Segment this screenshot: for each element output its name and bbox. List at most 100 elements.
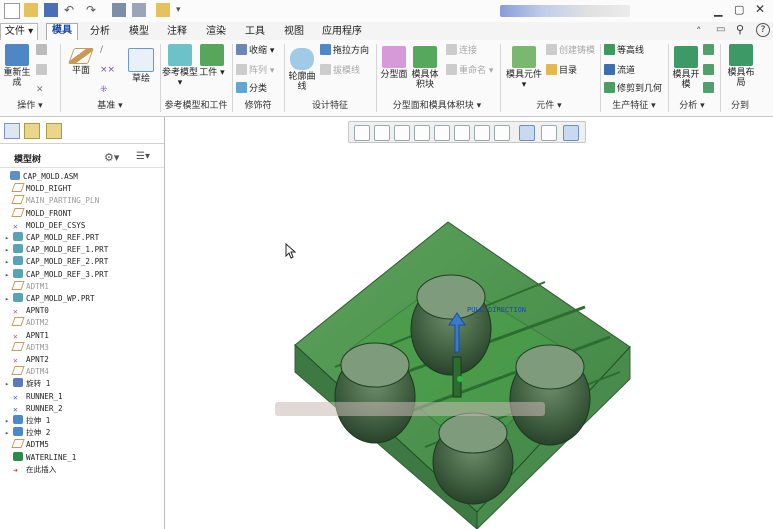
search-icon[interactable]: ⚲ (736, 23, 744, 36)
saved-orientations-icon[interactable] (454, 125, 470, 141)
mold-open-button[interactable]: 模具开模 (672, 46, 700, 90)
tree-item[interactable]: ▸ CAP_MOLD_REF_2.PRT (0, 256, 108, 268)
reference-model-button[interactable]: 参考模型 ▾ (162, 44, 198, 88)
axis-button[interactable]: / (100, 44, 103, 57)
tree-item[interactable]: ADTM1 (0, 280, 49, 293)
expand-toggle-icon[interactable]: ▸ (5, 256, 13, 268)
expand-toggle-icon[interactable]: ▸ (5, 269, 13, 281)
group-design-features[interactable]: 设计特征 (284, 100, 376, 113)
paste-button[interactable] (36, 64, 49, 77)
tree-item[interactable]: MOLD_RIGHT (0, 183, 72, 195)
group-datum[interactable]: 基准 ▾ (60, 100, 160, 113)
expand-toggle-icon[interactable]: ▸ (5, 293, 13, 305)
tree-item[interactable]: ADTM5 (0, 439, 49, 451)
tab-model[interactable]: 模型 (129, 25, 149, 39)
qa-dropdown-icon[interactable]: ▾ (176, 3, 236, 17)
save-icon[interactable] (44, 3, 58, 17)
tab-annotate[interactable]: 注释 (167, 25, 187, 39)
regenerate-button[interactable]: 重新生成 (2, 44, 32, 88)
group-production[interactable]: 生产特征 ▾ (600, 100, 668, 113)
tree-item[interactable]: ✕ APNT2 (0, 354, 49, 366)
tree-item[interactable]: ✕ APNT1 (0, 330, 49, 342)
expand-toggle-icon[interactable]: ▸ (5, 244, 13, 256)
tab-tools[interactable]: 工具 (245, 25, 265, 39)
delete-button[interactable]: ✕ (36, 84, 44, 97)
mold-layout-button[interactable]: 模具布局 (724, 44, 758, 88)
tree-item[interactable]: ▸ CAP_MOLD_WP.PRT (0, 293, 95, 305)
analysis-tool-1[interactable] (703, 44, 716, 57)
shrink-button[interactable]: 收缩 ▾ (236, 44, 274, 57)
tree-item[interactable]: MOLD_FRONT (0, 207, 72, 220)
group-analysis[interactable]: 分析 ▾ (668, 100, 716, 113)
close-button[interactable]: ✕ (755, 2, 765, 16)
expand-toggle-icon[interactable]: ▸ (5, 415, 13, 427)
create-casting-button[interactable]: 创建铸模 (546, 44, 595, 57)
silhouette-curve-button[interactable]: 轮廓曲线 (288, 48, 316, 92)
window-icon[interactable] (132, 3, 146, 17)
tree-item[interactable]: ▸ CAP_MOLD_REF.PRT (0, 232, 99, 244)
folder-icon[interactable] (156, 3, 170, 17)
analysis-tool-3[interactable] (703, 82, 716, 95)
perspective-icon[interactable] (563, 125, 579, 141)
spin-center-icon[interactable] (541, 125, 557, 141)
repaint-icon[interactable] (414, 125, 430, 141)
plane-button[interactable]: 平面 (66, 48, 96, 76)
folder-browser-tab-icon[interactable] (24, 123, 40, 139)
tab-applications[interactable]: 应用程序 (322, 25, 362, 39)
tree-item[interactable]: ▸ 拉伸 1 (0, 415, 50, 427)
tree-item[interactable]: ➜ 在此插入 (0, 464, 56, 476)
refit-icon[interactable] (354, 125, 370, 141)
copy-button[interactable] (36, 44, 49, 57)
tree-item[interactable]: ✕ APNT0 (0, 305, 49, 317)
draft-check-button[interactable]: 拔模线 (320, 64, 360, 77)
classify-button[interactable]: 分类 (236, 82, 267, 95)
maximize-button[interactable]: ▢ (734, 3, 744, 16)
tree-item[interactable]: CAP_MOLD.ASM (0, 171, 78, 183)
file-menu[interactable]: 文件 ▾ (0, 23, 38, 41)
tree-columns-icon[interactable]: ☰▾ (136, 151, 150, 162)
analysis-tool-2[interactable] (703, 64, 716, 77)
zoom-in-icon[interactable] (374, 125, 390, 141)
group-distribute[interactable]: 分到 (720, 100, 760, 113)
pull-direction-button[interactable]: 拖拉方向 (320, 44, 369, 57)
point-button[interactable]: ×× (100, 64, 115, 77)
tree-item[interactable]: ✕ MOLD_DEF_CSYS (0, 220, 85, 232)
sketch-button[interactable]: 草绘 (124, 48, 158, 84)
ribbon-collapse-icon[interactable]: ˄ (696, 25, 702, 38)
annotation-display-icon[interactable] (519, 125, 535, 141)
tree-item[interactable]: ADTM2 (0, 317, 49, 329)
array-button[interactable]: 阵列 ▾ (236, 64, 274, 77)
expand-toggle-icon[interactable]: ▸ (5, 427, 13, 439)
tree-item[interactable]: ▸ CAP_MOLD_REF_3.PRT (0, 268, 108, 281)
expand-toggle-icon[interactable]: ▸ (5, 232, 13, 244)
csys-button[interactable]: ⁜ (100, 84, 108, 97)
workpiece-button[interactable]: 工件 ▾ (198, 44, 226, 78)
tab-analysis[interactable]: 分析 (90, 25, 110, 39)
trim-geometry-button[interactable]: 修剪到几何 (604, 82, 662, 95)
expand-toggle-icon[interactable]: ▸ (5, 378, 13, 390)
flow-button[interactable]: 流道 (604, 64, 635, 77)
catalog-button[interactable]: 目录 (546, 64, 577, 77)
tab-view[interactable]: 视图 (284, 25, 304, 39)
view-manager-icon[interactable] (474, 125, 490, 141)
tree-item[interactable]: ▸ 旋转 1 (0, 378, 50, 390)
minimize-button[interactable]: ▁ (714, 4, 722, 17)
tree-item[interactable]: WATERLINE_1 (0, 451, 76, 464)
display-style-icon[interactable] (434, 125, 450, 141)
model-tree-tab-icon[interactable] (4, 123, 20, 139)
tree-item[interactable]: ✕ RUNNER_2 (0, 403, 63, 415)
group-reference-model[interactable]: 参考模型和工件 (160, 100, 232, 113)
undo-icon[interactable]: ↶ (64, 3, 78, 17)
tree-item[interactable]: MAIN_PARTING_PLN (0, 195, 99, 207)
open-file-icon[interactable] (24, 3, 38, 17)
tree-item[interactable]: ▸ CAP_MOLD_REF_1.PRT (0, 244, 108, 256)
connect-button[interactable]: 连接 (446, 44, 477, 57)
tab-render[interactable]: 渲染 (206, 25, 226, 39)
tab-mold[interactable]: 模具 (46, 23, 78, 41)
contour-button[interactable]: 等高线 (604, 44, 644, 57)
favorites-tab-icon[interactable] (46, 123, 62, 139)
datum-display-icon[interactable] (494, 125, 510, 141)
redo-icon[interactable]: ↷ (86, 3, 100, 17)
group-parting[interactable]: 分型面和模具体积块 ▾ (376, 100, 498, 113)
mold-3d-model[interactable]: PULL DIRECTION (165, 117, 773, 529)
